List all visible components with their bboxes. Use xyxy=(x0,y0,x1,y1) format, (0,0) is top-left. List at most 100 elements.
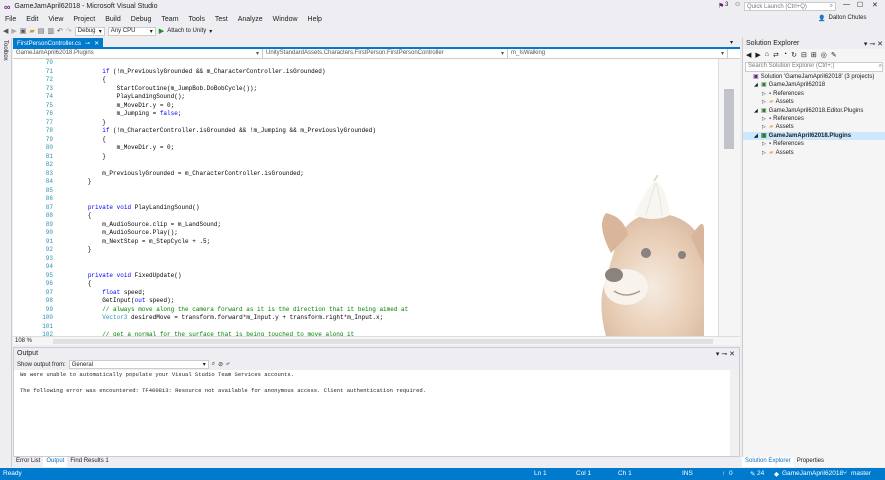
tab-first-person-controller[interactable]: FirstPersonController.cs ⊸ ✕ xyxy=(13,38,104,49)
expanded-icon[interactable]: ◢ xyxy=(754,81,759,89)
code-line[interactable]: { xyxy=(59,136,408,145)
code-line[interactable]: } xyxy=(59,153,408,162)
properties-icon[interactable]: ✎ xyxy=(831,51,837,59)
menu-project[interactable]: Project xyxy=(68,16,100,23)
publish-icon[interactable]: ↑ xyxy=(722,470,725,477)
tree-item[interactable]: ▷ ▰ Assets xyxy=(743,98,885,106)
tree-item[interactable]: ▷ ▪ References xyxy=(743,140,885,148)
pending-edit-icon[interactable]: ✎ xyxy=(750,470,755,478)
collapse-icon[interactable]: ⊟ xyxy=(801,51,807,59)
code-line[interactable] xyxy=(59,187,408,196)
code-line[interactable]: m_MoveDir.y = 0; xyxy=(59,144,408,153)
word-wrap-icon[interactable]: ⤶ xyxy=(226,361,229,368)
code-line[interactable]: private void PlayLandingSound() xyxy=(59,204,408,213)
code-line[interactable]: float speed; xyxy=(59,289,408,298)
collapsed-icon[interactable]: ▷ xyxy=(762,90,767,98)
horizontal-scrollbar[interactable] xyxy=(53,339,713,344)
branch-icon[interactable]: ⑂ xyxy=(843,470,847,477)
menu-file[interactable]: File xyxy=(0,16,21,23)
code-line[interactable]: if (!m_CharacterController.isGrounded &&… xyxy=(59,127,408,136)
tree-item[interactable]: ▷ ▰ Assets xyxy=(743,149,885,157)
code-line[interactable]: if (!m_PreviouslyGrounded && m_Character… xyxy=(59,68,408,77)
close-button[interactable]: ✕ xyxy=(872,1,878,9)
code-line[interactable] xyxy=(59,161,408,170)
save-icon[interactable]: ▤ xyxy=(38,27,45,35)
pane-controls[interactable]: ▾ ⊸ ✕ xyxy=(716,350,735,358)
configuration-select[interactable]: Debug ▾ xyxy=(74,26,105,36)
output-source-select[interactable]: General ▾ xyxy=(68,360,209,369)
tab-output[interactable]: Output xyxy=(43,457,68,467)
code-line[interactable]: { xyxy=(59,76,408,85)
back-icon[interactable]: ◀ xyxy=(746,51,751,59)
pending-changes-icon[interactable]: ◔ xyxy=(783,51,787,58)
home-icon[interactable]: ⌂ xyxy=(765,51,769,58)
open-icon[interactable]: ▰ xyxy=(29,27,34,35)
user-account[interactable]: 👤 Dalton Chutes xyxy=(818,15,867,22)
code-line[interactable]: } xyxy=(59,246,408,255)
collapsed-icon[interactable]: ▷ xyxy=(762,123,767,131)
tab-overflow-icon[interactable]: ▾ xyxy=(730,39,733,46)
code-line[interactable]: PlayLandingSound(); xyxy=(59,93,408,102)
code-line[interactable] xyxy=(59,323,408,332)
code-line[interactable]: m_PreviouslyGrounded = m_CharacterContro… xyxy=(59,170,408,179)
new-project-icon[interactable]: ▣ xyxy=(20,27,27,35)
menu-view[interactable]: View xyxy=(43,16,68,23)
menu-test[interactable]: Test xyxy=(210,16,233,23)
code-area[interactable]: if (!m_PreviouslyGrounded && m_Character… xyxy=(59,59,408,337)
quick-launch-input[interactable]: Quick Launch (Ctrl+Q) ⌕ xyxy=(744,2,836,11)
status-repo[interactable]: GameJamApril62018 xyxy=(782,470,843,477)
zoom-level[interactable]: 108 % xyxy=(15,338,32,344)
tree-item[interactable]: ▷ ▰ Assets xyxy=(743,123,885,131)
notifications-icon[interactable]: ⚑ xyxy=(718,2,724,10)
menu-team[interactable]: Team xyxy=(156,16,183,23)
attach-button[interactable]: Attach to Unity xyxy=(167,28,206,34)
forward-icon[interactable]: ▶ xyxy=(755,51,760,59)
collapsed-icon[interactable]: ▷ xyxy=(762,149,767,157)
collapsed-icon[interactable]: ▷ xyxy=(762,98,767,106)
menu-build[interactable]: Build xyxy=(100,16,126,23)
project-dropdown[interactable]: GameJamApril62018.Plugins ▾ xyxy=(13,49,263,58)
collapsed-icon[interactable]: ▷ xyxy=(762,115,767,123)
vertical-scrollbar[interactable] xyxy=(718,59,740,336)
status-branch[interactable]: master xyxy=(851,470,871,477)
member-dropdown[interactable]: m_IsWalking ▾ xyxy=(508,49,728,58)
code-line[interactable]: m_NextStep = m_StepCycle + .5; xyxy=(59,238,408,247)
clear-icon[interactable]: ⊘ xyxy=(218,361,223,368)
tree-item[interactable]: ◢ ▣ GameJamApril62018.Plugins xyxy=(743,131,885,141)
tree-item[interactable]: ▷ ▪ References xyxy=(743,90,885,98)
tree-item[interactable]: ◢ ▣ GameJamApril62018 xyxy=(743,81,885,89)
back-icon[interactable]: ◀ xyxy=(3,27,8,35)
pane-controls[interactable]: ▾ ⊸ ✕ xyxy=(864,40,883,48)
save-all-icon[interactable]: ▥ xyxy=(47,27,54,35)
sync-icon[interactable]: ⇄ xyxy=(773,51,779,59)
code-line[interactable]: { xyxy=(59,212,408,221)
code-line[interactable]: StartCoroutine(m_JumpBob.DoBobCycle()); xyxy=(59,85,408,94)
code-line[interactable]: } xyxy=(59,119,408,128)
menu-help[interactable]: Help xyxy=(303,16,327,23)
feedback-icon[interactable]: ☺ xyxy=(734,1,741,8)
code-line[interactable] xyxy=(59,59,408,68)
tab-properties[interactable]: Properties xyxy=(794,457,827,467)
toolbox-tab[interactable]: Toolbox xyxy=(0,38,12,467)
code-line[interactable]: m_Jumping = false; xyxy=(59,110,408,119)
code-line[interactable]: m_MoveDir.y = 0; xyxy=(59,102,408,111)
start-icon[interactable]: ▶ xyxy=(159,27,164,35)
code-line[interactable] xyxy=(59,195,408,204)
code-line[interactable] xyxy=(59,255,408,264)
tree-item[interactable]: ▣ Solution 'GameJamApril62018' (3 project… xyxy=(743,73,885,81)
forward-icon[interactable]: ▶ xyxy=(11,27,16,35)
undo-icon[interactable]: ↶ xyxy=(57,27,63,35)
code-line[interactable]: m_AudioSource.clip = m_LandSound; xyxy=(59,221,408,230)
redo-icon[interactable]: ↷ xyxy=(66,27,72,35)
collapsed-icon[interactable]: ▷ xyxy=(762,140,767,148)
minimize-button[interactable]: — xyxy=(843,1,850,8)
tree-item[interactable]: ◢ ▣ GameJamApril62018.Editor.Plugins xyxy=(743,107,885,115)
menu-tools[interactable]: Tools xyxy=(184,16,210,23)
code-line[interactable]: GetInput(out speed); xyxy=(59,297,408,306)
code-line[interactable] xyxy=(59,263,408,272)
expanded-icon[interactable]: ◢ xyxy=(754,132,759,140)
output-scrollbar[interactable] xyxy=(730,370,739,456)
repo-icon[interactable]: ◆ xyxy=(774,470,779,478)
menu-edit[interactable]: Edit xyxy=(21,16,43,23)
code-line[interactable]: } xyxy=(59,178,408,187)
